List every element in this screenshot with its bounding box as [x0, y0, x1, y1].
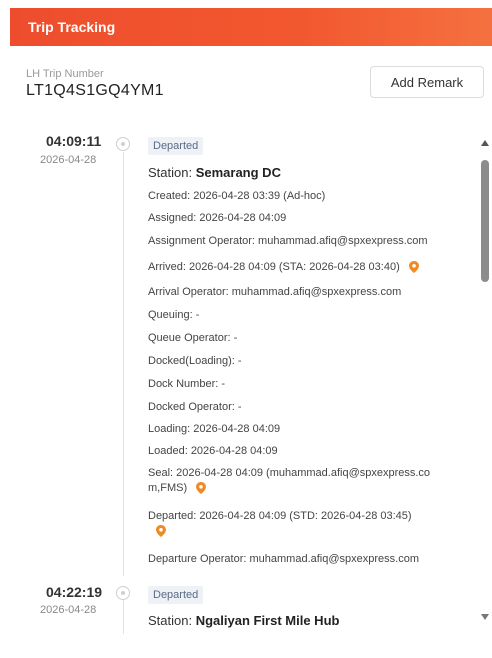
location-pin-icon[interactable] — [408, 259, 419, 273]
scroll-up-arrow[interactable] — [481, 140, 489, 146]
trip-number-value: LT1Q4S1GQ4YM1 — [26, 82, 164, 99]
trip-tracking-header: Trip Tracking — [10, 8, 492, 46]
station-name: Semarang DC — [195, 165, 281, 180]
detail-departure-operator: Departure Operator: muhammad.afiq@spxexp… — [148, 553, 419, 565]
status-badge: Departed — [148, 586, 204, 604]
station-name: Ngaliyan First Mile Hub — [195, 613, 340, 628]
detail-dock-number: Dock Number: - — [148, 378, 226, 390]
station-prefix: Station: — [148, 165, 196, 180]
entry-date: 2026-04-28 — [40, 154, 97, 166]
detail-queue-operator: Queue Operator: - — [148, 332, 238, 344]
detail-assignment-operator: Assignment Operator: muhammad.afiq@spxex… — [148, 235, 428, 247]
station-prefix: Station: — [148, 613, 196, 628]
detail-loaded: Loaded: 2026-04-28 04:09 — [148, 445, 278, 457]
detail-arrived: Arrived: 2026-04-28 04:09 (STA: 2026-04-… — [148, 261, 400, 273]
timeline-node-icon — [116, 586, 130, 600]
detail-docked-operator: Docked Operator: - — [148, 401, 242, 413]
entry-time: 04:22:19 — [46, 584, 103, 600]
detail-seal-row: Seal: 2026-04-28 04:09 (muhammad.afiq@sp… — [148, 466, 468, 495]
detail-arrived-row: Arrived: 2026-04-28 04:09 (STA: 2026-04-… — [148, 259, 419, 273]
location-pin-icon[interactable] — [196, 480, 207, 494]
station-line: Station: Ngaliyan First Mile Hub — [148, 613, 339, 628]
detail-arrival-operator: Arrival Operator: muhammad.afiq@spxexpre… — [148, 286, 402, 298]
detail-departed: Departed: 2026-04-28 04:09 (STD: 2026-04… — [148, 510, 412, 522]
trip-number-label: LH Trip Number — [26, 68, 104, 80]
detail-created: Created: 2026-04-28 03:39 (Ad-hoc) — [148, 190, 326, 202]
scrollbar-thumb[interactable] — [481, 160, 489, 282]
entry-time: 04:09:11 — [46, 133, 102, 149]
entry-date: 2026-04-28 — [40, 604, 97, 616]
header-title: Trip Tracking — [28, 19, 116, 35]
location-pin-icon[interactable] — [156, 524, 166, 542]
detail-loading: Loading: 2026-04-28 04:09 — [148, 423, 281, 435]
timeline-line — [123, 600, 124, 634]
detail-queuing: Queuing: - — [148, 309, 200, 321]
add-remark-button[interactable]: Add Remark — [370, 66, 484, 98]
detail-docked-loading: Docked(Loading): - — [148, 355, 242, 367]
detail-assigned: Assigned: 2026-04-28 04:09 — [148, 212, 287, 224]
station-line: Station: Semarang DC — [148, 165, 281, 180]
timeline-line — [123, 152, 124, 576]
status-badge: Departed — [148, 137, 204, 155]
scroll-down-arrow[interactable] — [481, 614, 489, 620]
timeline-node-icon — [116, 137, 130, 151]
detail-seal: Seal: 2026-04-28 04:09 (muhammad.afiq@sp… — [148, 467, 431, 494]
